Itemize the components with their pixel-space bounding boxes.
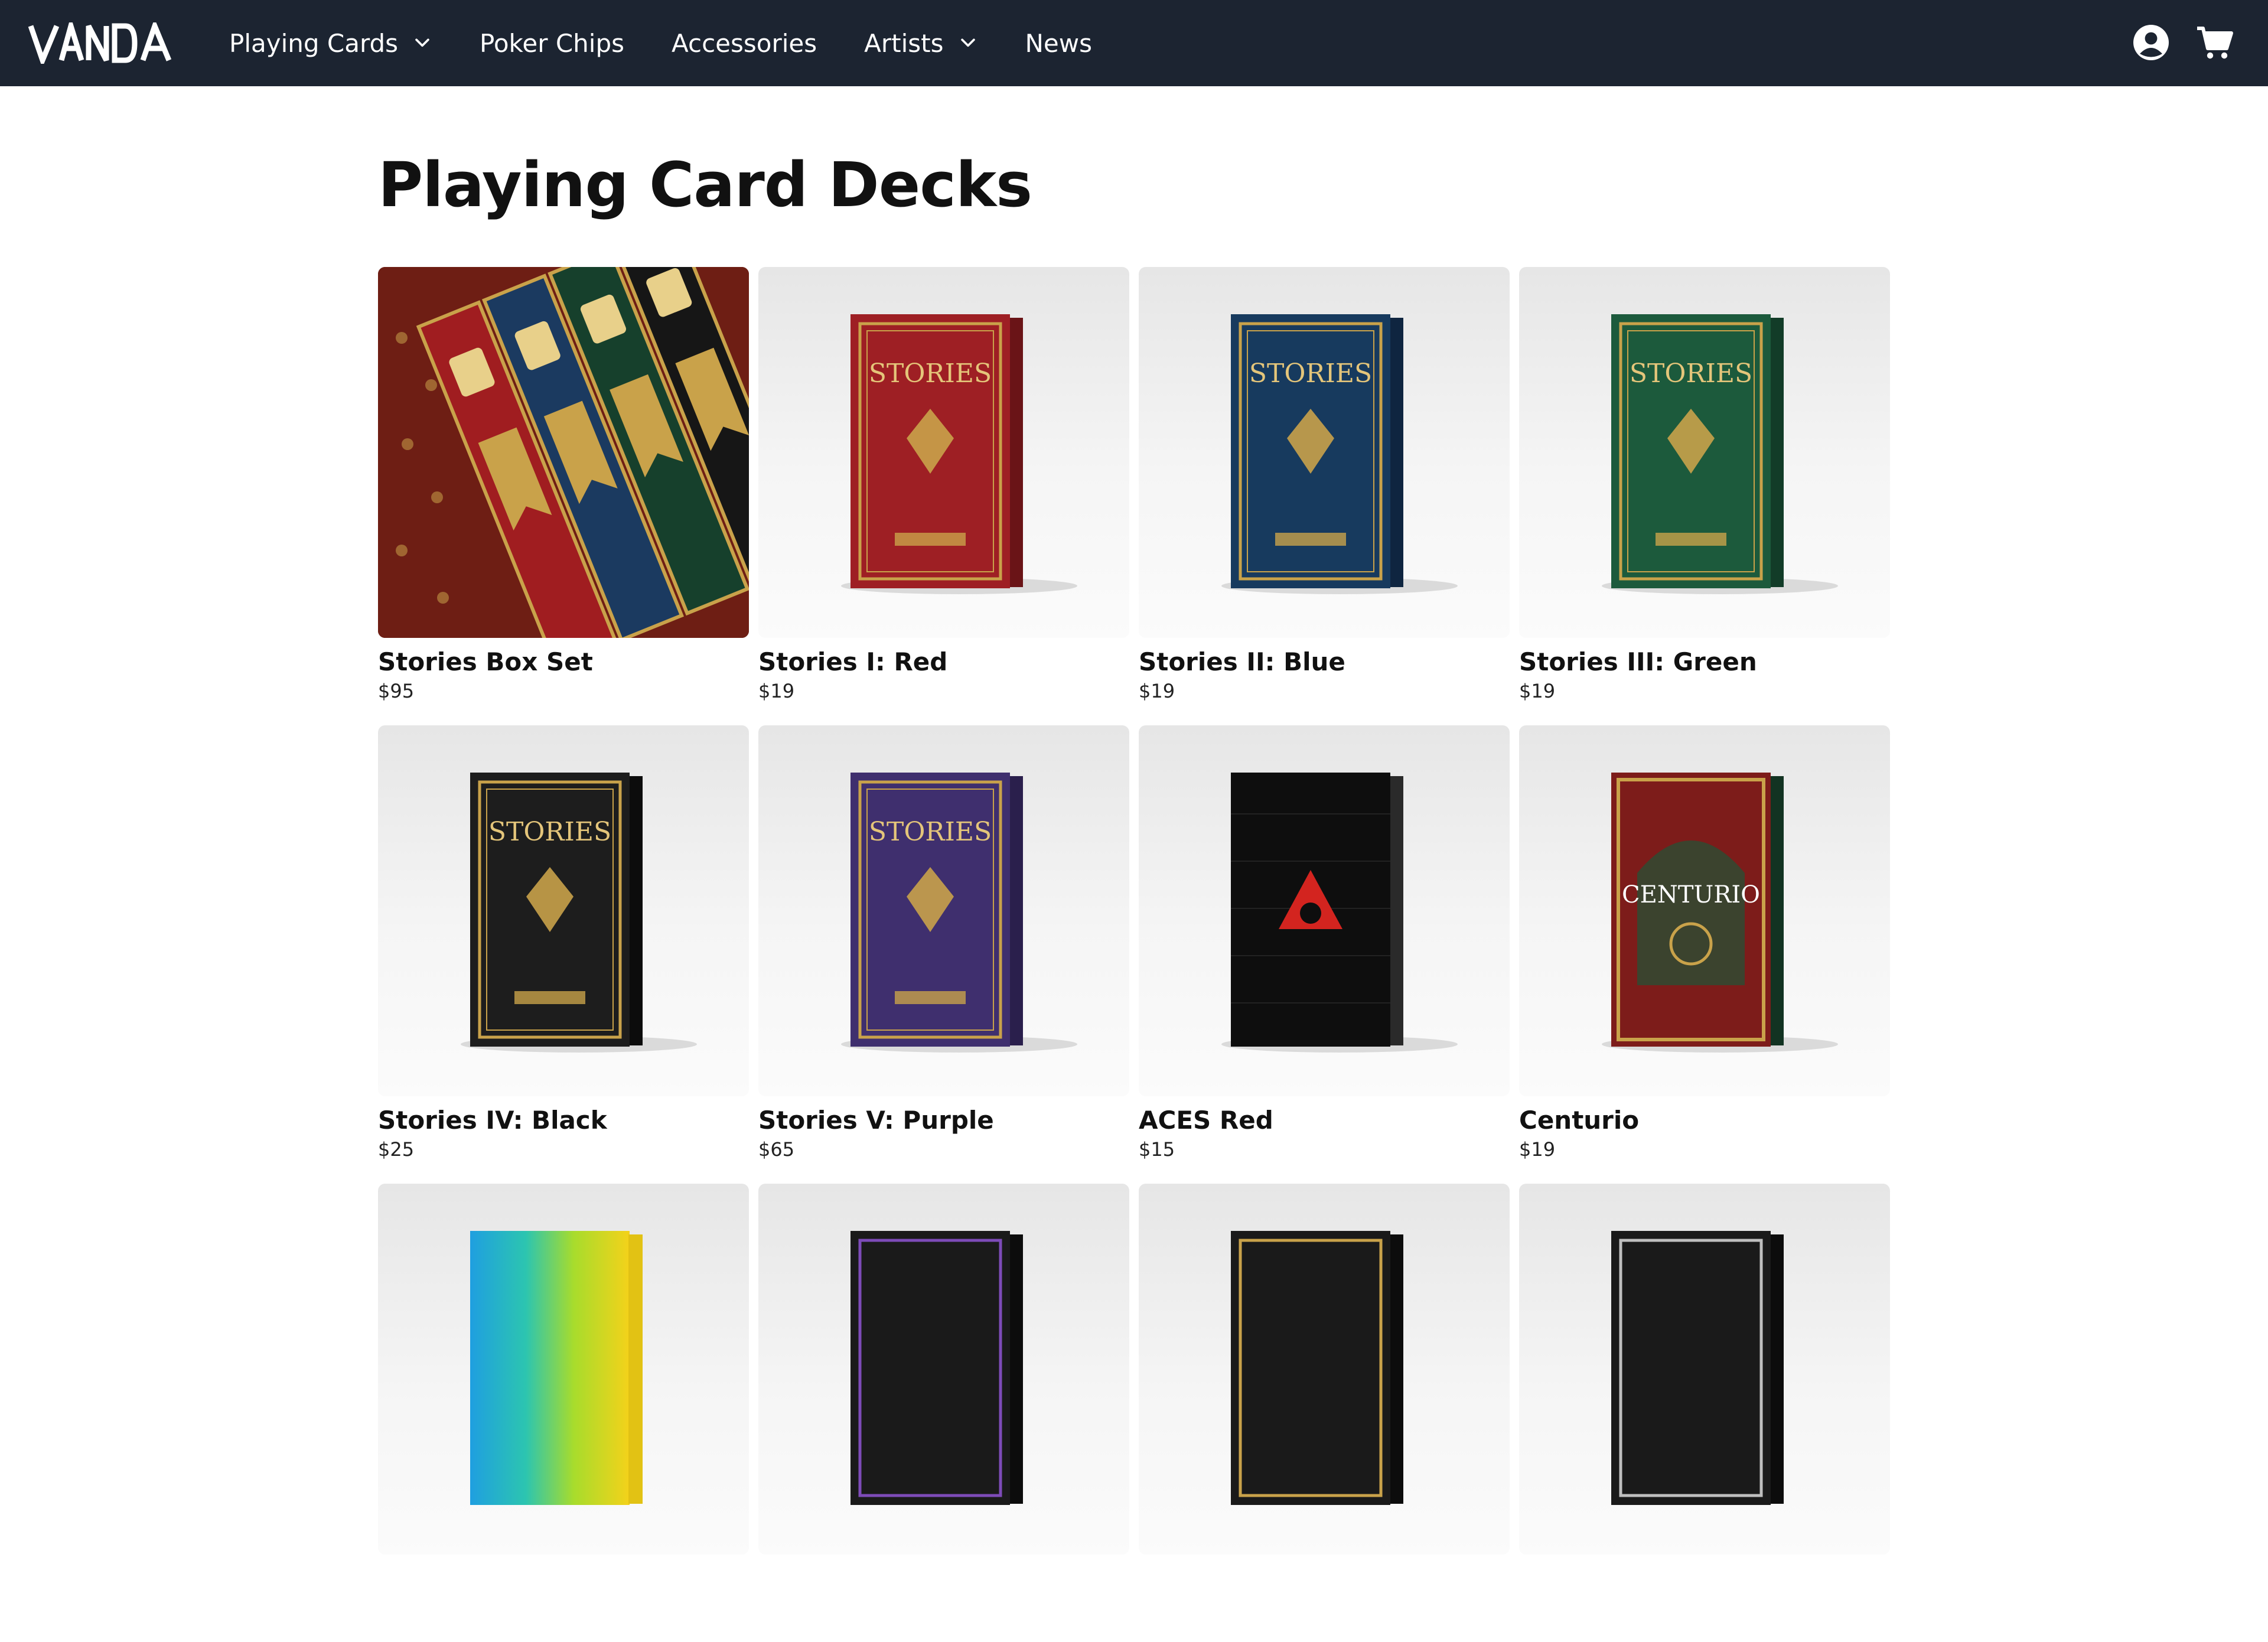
- product-image[interactable]: STORIES: [378, 725, 749, 1096]
- cart-icon[interactable]: [2196, 24, 2234, 61]
- product-card[interactable]: STORIES Stories II: Blue $19: [1139, 267, 1510, 725]
- product-name[interactable]: Stories IV: Black: [378, 1106, 749, 1135]
- svg-text:STORIES: STORIES: [488, 817, 611, 847]
- product-card[interactable]: [1139, 1184, 1510, 1642]
- nav-poker-chips-label: Poker Chips: [480, 28, 624, 58]
- vanda-logo[interactable]: [27, 22, 183, 64]
- deck-box-image: STORIES: [841, 773, 1077, 1053]
- nav-news[interactable]: News: [1025, 29, 1093, 58]
- account-icon[interactable]: [2132, 24, 2170, 61]
- deck-box-image: [1221, 773, 1458, 1053]
- product-image[interactable]: [1139, 1184, 1510, 1555]
- deck-box-image: [1231, 1231, 1403, 1505]
- svg-text:STORIES: STORIES: [869, 817, 992, 847]
- product-card[interactable]: ACES Red $15: [1139, 725, 1510, 1184]
- product-price: $19: [758, 680, 795, 702]
- product-price: $19: [1139, 680, 1175, 702]
- product-price: $65: [758, 1138, 795, 1161]
- product-image[interactable]: CENTURIO: [1519, 725, 1890, 1096]
- deck-box-image: STORIES: [1602, 314, 1838, 594]
- nav-news-label: News: [1025, 28, 1093, 58]
- product-image[interactable]: [378, 1184, 749, 1555]
- product-name[interactable]: Stories III: Green: [1519, 647, 1890, 676]
- product-image[interactable]: STORIES: [758, 267, 1129, 638]
- product-name[interactable]: Stories I: Red: [758, 647, 1129, 676]
- product-card[interactable]: STORIES Stories V: Purple $65: [758, 725, 1129, 1184]
- product-price: $25: [378, 1138, 415, 1161]
- svg-text:STORIES: STORIES: [869, 359, 992, 389]
- nav-icons: [2106, 24, 2234, 61]
- deck-box-image: [1611, 1231, 1784, 1505]
- product-image[interactable]: [378, 267, 749, 638]
- product-image[interactable]: STORIES: [1519, 267, 1890, 638]
- deck-box-image: STORIES: [461, 773, 697, 1053]
- nav-playing-cards[interactable]: Playing Cards: [229, 29, 432, 58]
- top-nav: Playing Cards Poker Chips Accessories Ar…: [0, 0, 2268, 86]
- product-card[interactable]: STORIES Stories IV: Black $25: [378, 725, 749, 1184]
- deck-box-image: STORIES: [1221, 314, 1458, 594]
- deck-box-image: CENTURIO: [1602, 773, 1838, 1053]
- product-price: $19: [1519, 1138, 1556, 1161]
- svg-text:STORIES: STORIES: [1249, 359, 1372, 389]
- product-image[interactable]: [1519, 1184, 1890, 1555]
- nav-artists-label: Artists: [864, 28, 944, 58]
- product-name[interactable]: Stories II: Blue: [1139, 647, 1510, 676]
- nav-poker-chips[interactable]: Poker Chips: [480, 29, 624, 58]
- product-card[interactable]: CENTURIO Centurio $19: [1519, 725, 1890, 1184]
- product-name[interactable]: ACES Red: [1139, 1106, 1510, 1135]
- product-price: $19: [1519, 680, 1556, 702]
- product-price: $15: [1139, 1138, 1175, 1161]
- product-card[interactable]: [1519, 1184, 1890, 1642]
- product-card[interactable]: STORIES Stories III: Green $19: [1519, 267, 1890, 725]
- nav-playing-cards-label: Playing Cards: [229, 28, 399, 58]
- nav-artists[interactable]: Artists: [864, 29, 977, 58]
- product-name[interactable]: Stories V: Purple: [758, 1106, 1129, 1135]
- product-card[interactable]: Stories Box Set $95: [378, 267, 749, 725]
- chevron-down-icon: [415, 38, 429, 47]
- product-name[interactable]: Centurio: [1519, 1106, 1890, 1135]
- deck-box-image: STORIES: [841, 314, 1077, 594]
- product-price: $95: [378, 680, 415, 702]
- product-card[interactable]: [758, 1184, 1129, 1642]
- product-card[interactable]: [378, 1184, 749, 1642]
- nav-accessories[interactable]: Accessories: [672, 29, 817, 58]
- product-grid: Stories Box Set $95 STORIES Stories I: R…: [378, 267, 1891, 1642]
- box-set-image: [378, 267, 749, 638]
- deck-box-image: [850, 1231, 1023, 1505]
- main-menu: Playing Cards Poker Chips Accessories Ar…: [229, 0, 1139, 86]
- product-image[interactable]: STORIES: [1139, 267, 1510, 638]
- page-title: Playing Card Decks: [378, 149, 1032, 221]
- chevron-down-icon: [960, 38, 975, 47]
- product-card[interactable]: STORIES Stories I: Red $19: [758, 267, 1129, 725]
- svg-text:CENTURIO: CENTURIO: [1622, 881, 1760, 908]
- deck-box-image: [470, 1231, 643, 1505]
- nav-accessories-label: Accessories: [672, 28, 817, 58]
- svg-text:STORIES: STORIES: [1630, 359, 1752, 389]
- product-image[interactable]: [758, 1184, 1129, 1555]
- product-image[interactable]: STORIES: [758, 725, 1129, 1096]
- product-name[interactable]: Stories Box Set: [378, 647, 749, 676]
- product-image[interactable]: [1139, 725, 1510, 1096]
